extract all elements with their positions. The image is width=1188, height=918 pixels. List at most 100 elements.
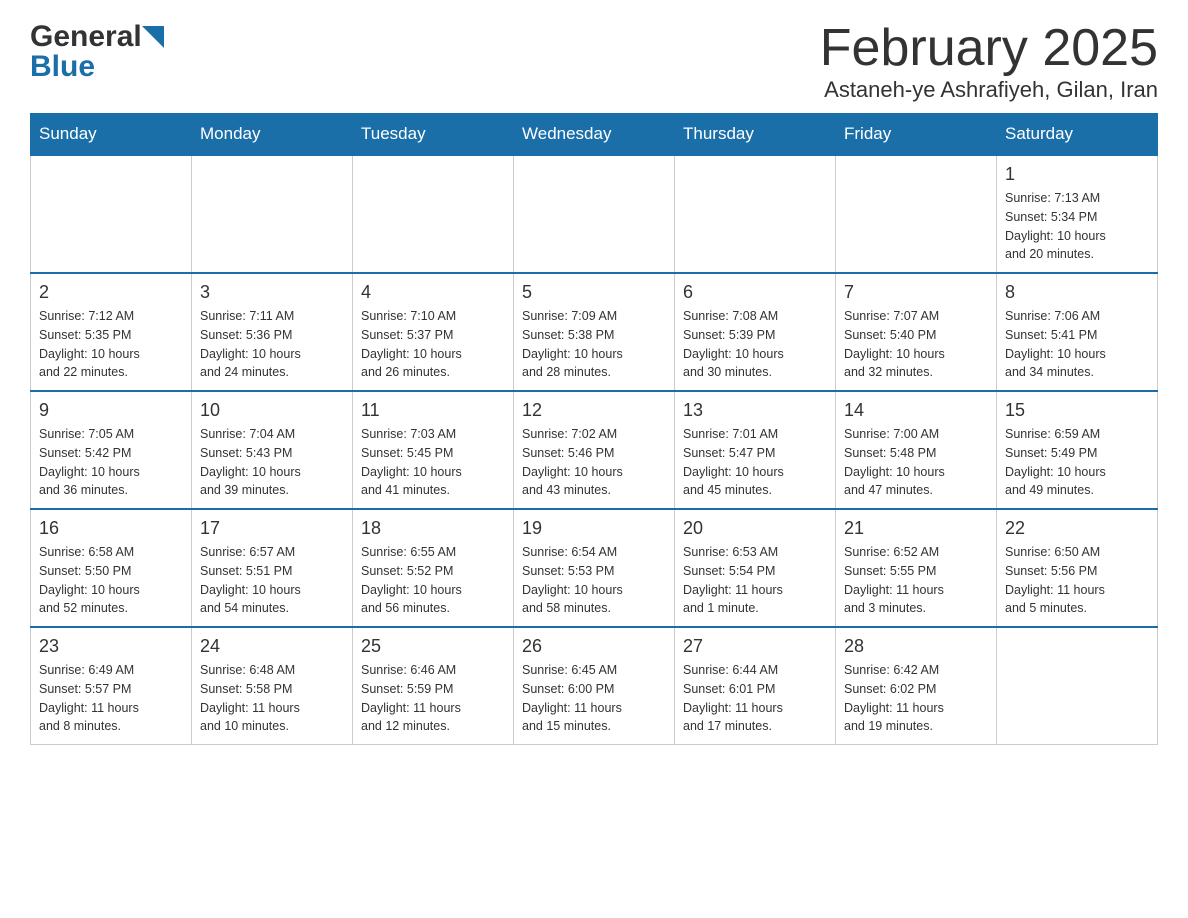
day-number: 13 — [683, 400, 827, 421]
day-number: 2 — [39, 282, 183, 303]
day-info: Sunrise: 6:50 AMSunset: 5:56 PMDaylight:… — [1005, 543, 1149, 618]
day-info: Sunrise: 7:12 AMSunset: 5:35 PMDaylight:… — [39, 307, 183, 382]
day-info: Sunrise: 6:49 AMSunset: 5:57 PMDaylight:… — [39, 661, 183, 736]
day-info: Sunrise: 7:06 AMSunset: 5:41 PMDaylight:… — [1005, 307, 1149, 382]
day-info: Sunrise: 6:42 AMSunset: 6:02 PMDaylight:… — [844, 661, 988, 736]
day-info: Sunrise: 6:44 AMSunset: 6:01 PMDaylight:… — [683, 661, 827, 736]
day-number: 5 — [522, 282, 666, 303]
day-info: Sunrise: 7:03 AMSunset: 5:45 PMDaylight:… — [361, 425, 505, 500]
calendar-day-cell: 23Sunrise: 6:49 AMSunset: 5:57 PMDayligh… — [31, 627, 192, 745]
day-number: 16 — [39, 518, 183, 539]
calendar-day-cell: 18Sunrise: 6:55 AMSunset: 5:52 PMDayligh… — [353, 509, 514, 627]
day-info: Sunrise: 7:04 AMSunset: 5:43 PMDaylight:… — [200, 425, 344, 500]
day-info: Sunrise: 7:08 AMSunset: 5:39 PMDaylight:… — [683, 307, 827, 382]
day-of-week-header: Tuesday — [353, 114, 514, 156]
calendar-day-cell: 19 Sunrise: 6:54 AMSunset: 5:53 PMDayligh… — [514, 509, 675, 627]
calendar-day-cell: 7Sunrise: 7:07 AMSunset: 5:40 PMDaylight… — [836, 273, 997, 391]
day-info: Sunrise: 6:48 AMSunset: 5:58 PMDaylight:… — [200, 661, 344, 736]
logo: General Blue — [30, 20, 164, 84]
day-number: 6 — [683, 282, 827, 303]
day-info: Sunrise: 6:54 AMSunset: 5:53 PMDaylight:… — [522, 543, 666, 618]
day-number: 21 — [844, 518, 988, 539]
calendar-day-cell — [192, 155, 353, 273]
calendar-day-cell — [31, 155, 192, 273]
calendar-week-row: 1 Sunrise: 7:13 AMSunset: 5:34 PMDaylight… — [31, 155, 1158, 273]
calendar-day-cell: 9 Sunrise: 7:05 AMSunset: 5:42 PMDaylight… — [31, 391, 192, 509]
calendar-day-cell: 12 Sunrise: 7:02 AMSunset: 5:46 PMDayligh… — [514, 391, 675, 509]
calendar-day-cell: 22 Sunrise: 6:50 AMSunset: 5:56 PMDayligh… — [997, 509, 1158, 627]
calendar-day-cell: 2 Sunrise: 7:12 AMSunset: 5:35 PMDaylight… — [31, 273, 192, 391]
day-of-week-header: Wednesday — [514, 114, 675, 156]
day-info: Sunrise: 7:02 AMSunset: 5:46 PMDaylight:… — [522, 425, 666, 500]
calendar-subtitle: Astaneh-ye Ashrafiyeh, Gilan, Iran — [820, 77, 1158, 103]
calendar-table: SundayMondayTuesdayWednesdayThursdayFrid… — [30, 113, 1158, 745]
calendar-day-cell: 14 Sunrise: 7:00 AMSunset: 5:48 PMDayligh… — [836, 391, 997, 509]
logo-general-text: General — [30, 20, 142, 54]
calendar-day-cell — [514, 155, 675, 273]
day-number: 18 — [361, 518, 505, 539]
calendar-day-cell: 13 Sunrise: 7:01 AMSunset: 5:47 PMDayligh… — [675, 391, 836, 509]
calendar-day-cell: 27 Sunrise: 6:44 AMSunset: 6:01 PMDayligh… — [675, 627, 836, 745]
day-number: 11 — [361, 400, 505, 421]
day-number: 19 — [522, 518, 666, 539]
day-info: Sunrise: 7:10 AMSunset: 5:37 PMDaylight:… — [361, 307, 505, 382]
day-number: 17 — [200, 518, 344, 539]
title-block: February 2025 Astaneh-ye Ashrafiyeh, Gil… — [820, 20, 1158, 103]
page-header: General Blue February 2025 Astaneh-ye As… — [30, 20, 1158, 103]
calendar-day-cell — [675, 155, 836, 273]
day-info: Sunrise: 6:59 AMSunset: 5:49 PMDaylight:… — [1005, 425, 1149, 500]
calendar-day-cell — [997, 627, 1158, 745]
calendar-day-cell — [353, 155, 514, 273]
day-of-week-header: Saturday — [997, 114, 1158, 156]
day-info: Sunrise: 6:58 AMSunset: 5:50 PMDaylight:… — [39, 543, 183, 618]
calendar-week-row: 23Sunrise: 6:49 AMSunset: 5:57 PMDayligh… — [31, 627, 1158, 745]
calendar-day-cell: 5 Sunrise: 7:09 AMSunset: 5:38 PMDaylight… — [514, 273, 675, 391]
day-info: Sunrise: 7:05 AMSunset: 5:42 PMDaylight:… — [39, 425, 183, 500]
day-number: 15 — [1005, 400, 1149, 421]
day-of-week-header: Sunday — [31, 114, 192, 156]
day-of-week-header: Thursday — [675, 114, 836, 156]
calendar-day-cell: 6 Sunrise: 7:08 AMSunset: 5:39 PMDaylight… — [675, 273, 836, 391]
calendar-day-cell: 16 Sunrise: 6:58 AMSunset: 5:50 PMDayligh… — [31, 509, 192, 627]
day-number: 20 — [683, 518, 827, 539]
day-info: Sunrise: 7:01 AMSunset: 5:47 PMDaylight:… — [683, 425, 827, 500]
calendar-day-cell: 25 Sunrise: 6:46 AMSunset: 5:59 PMDayligh… — [353, 627, 514, 745]
day-number: 25 — [361, 636, 505, 657]
calendar-day-cell: 4 Sunrise: 7:10 AMSunset: 5:37 PMDaylight… — [353, 273, 514, 391]
calendar-day-cell: 17 Sunrise: 6:57 AMSunset: 5:51 PMDayligh… — [192, 509, 353, 627]
calendar-day-cell: 10 Sunrise: 7:04 AMSunset: 5:43 PMDayligh… — [192, 391, 353, 509]
day-number: 14 — [844, 400, 988, 421]
day-number: 22 — [1005, 518, 1149, 539]
day-number: 27 — [683, 636, 827, 657]
day-number: 3 — [200, 282, 344, 303]
day-number: 9 — [39, 400, 183, 421]
calendar-week-row: 9 Sunrise: 7:05 AMSunset: 5:42 PMDaylight… — [31, 391, 1158, 509]
day-info: Sunrise: 7:09 AMSunset: 5:38 PMDaylight:… — [522, 307, 666, 382]
calendar-day-cell: 28 Sunrise: 6:42 AMSunset: 6:02 PMDayligh… — [836, 627, 997, 745]
calendar-day-cell: 15 Sunrise: 6:59 AMSunset: 5:49 PMDayligh… — [997, 391, 1158, 509]
day-info: Sunrise: 6:57 AMSunset: 5:51 PMDaylight:… — [200, 543, 344, 618]
day-number: 1 — [1005, 164, 1149, 185]
calendar-week-row: 16 Sunrise: 6:58 AMSunset: 5:50 PMDayligh… — [31, 509, 1158, 627]
day-number: 10 — [200, 400, 344, 421]
day-info: Sunrise: 7:11 AMSunset: 5:36 PMDaylight:… — [200, 307, 344, 382]
calendar-day-cell: 26Sunrise: 6:45 AMSunset: 6:00 PMDayligh… — [514, 627, 675, 745]
logo-arrow-icon — [142, 26, 164, 48]
day-info: Sunrise: 7:00 AMSunset: 5:48 PMDaylight:… — [844, 425, 988, 500]
calendar-day-cell: 1 Sunrise: 7:13 AMSunset: 5:34 PMDaylight… — [997, 155, 1158, 273]
day-number: 28 — [844, 636, 988, 657]
calendar-title: February 2025 — [820, 20, 1158, 77]
day-info: Sunrise: 6:52 AMSunset: 5:55 PMDaylight:… — [844, 543, 988, 618]
calendar-header-row: SundayMondayTuesdayWednesdayThursdayFrid… — [31, 114, 1158, 156]
calendar-day-cell: 20 Sunrise: 6:53 AMSunset: 5:54 PMDayligh… — [675, 509, 836, 627]
day-info: Sunrise: 7:13 AMSunset: 5:34 PMDaylight:… — [1005, 189, 1149, 264]
day-info: Sunrise: 6:53 AMSunset: 5:54 PMDaylight:… — [683, 543, 827, 618]
day-number: 7 — [844, 282, 988, 303]
calendar-day-cell: 11 Sunrise: 7:03 AMSunset: 5:45 PMDayligh… — [353, 391, 514, 509]
day-number: 12 — [522, 400, 666, 421]
day-number: 24 — [200, 636, 344, 657]
day-number: 4 — [361, 282, 505, 303]
day-number: 8 — [1005, 282, 1149, 303]
calendar-day-cell: 3 Sunrise: 7:11 AMSunset: 5:36 PMDaylight… — [192, 273, 353, 391]
day-info: Sunrise: 6:46 AMSunset: 5:59 PMDaylight:… — [361, 661, 505, 736]
